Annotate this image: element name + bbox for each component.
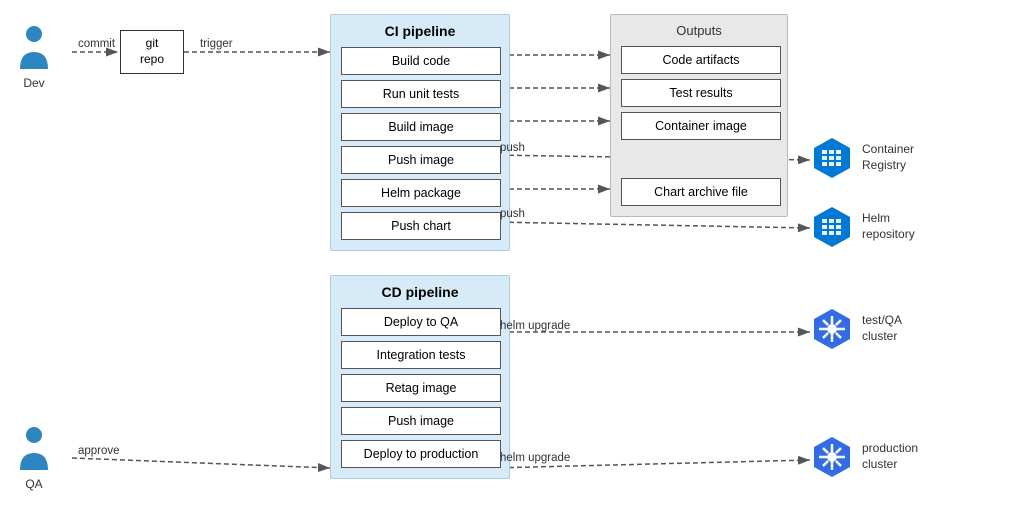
cd-step-3: Push image	[341, 407, 501, 435]
push-label-1: push	[500, 142, 525, 154]
outputs-panel: Outputs Code artifacts Test results Cont…	[610, 14, 788, 217]
qa-person: QA	[16, 425, 52, 491]
prod-cluster-icon	[810, 435, 854, 479]
output-4: Chart archive file	[621, 178, 781, 206]
helm-repo-group: Helmrepository	[810, 205, 915, 249]
ci-step-1: Run unit tests	[341, 80, 501, 108]
ci-step-4: Helm package	[341, 179, 501, 207]
outputs-title: Outputs	[621, 23, 777, 38]
container-registry-label: ContainerRegistry	[862, 142, 914, 173]
helm-upgrade-2-label: helm upgrade	[500, 452, 570, 464]
cd-step-1: Integration tests	[341, 341, 501, 369]
diagram: Dev commit gitrepo trigger CI pipeline B…	[0, 0, 1024, 525]
commit-label: commit	[78, 38, 115, 50]
git-repo-box: gitrepo	[120, 30, 184, 74]
helm-repo-icon	[810, 205, 854, 249]
output-2: Container image	[621, 112, 781, 140]
prod-cluster-group: productioncluster	[810, 435, 918, 479]
qa-cluster-group: test/QAcluster	[810, 307, 902, 351]
cd-step-2: Retag image	[341, 374, 501, 402]
output-0: Code artifacts	[621, 46, 781, 74]
container-registry-icon	[810, 136, 854, 180]
trigger-label: trigger	[200, 38, 233, 50]
ci-step-5: Push chart	[341, 212, 501, 240]
helm-repo-label: Helmrepository	[862, 211, 915, 242]
dev-person: Dev	[16, 24, 52, 90]
git-repo-label: gitrepo	[140, 36, 164, 67]
dev-icon	[16, 24, 52, 74]
qa-label: QA	[25, 477, 42, 491]
ci-pipeline-title: CI pipeline	[341, 23, 499, 39]
cd-step-0: Deploy to QA	[341, 308, 501, 336]
helm-upgrade-1-label: helm upgrade	[500, 320, 570, 332]
qa-cluster-label: test/QAcluster	[862, 313, 902, 344]
approve-label: approve	[78, 445, 120, 457]
ci-step-3: Push image	[341, 146, 501, 174]
cd-pipeline-title: CD pipeline	[341, 284, 499, 300]
prod-cluster-label: productioncluster	[862, 441, 918, 472]
qa-icon	[16, 425, 52, 475]
ci-step-0: Build code	[341, 47, 501, 75]
cd-pipeline-panel: CD pipeline Deploy to QA Integration tes…	[330, 275, 510, 479]
container-registry-group: ContainerRegistry	[810, 136, 914, 180]
ci-step-2: Build image	[341, 113, 501, 141]
output-1: Test results	[621, 79, 781, 107]
qa-cluster-icon	[810, 307, 854, 351]
ci-pipeline-panel: CI pipeline Build code Run unit tests Bu…	[330, 14, 510, 251]
dev-label: Dev	[23, 76, 44, 90]
cd-step-4: Deploy to production	[341, 440, 501, 468]
push-label-2: push	[500, 208, 525, 220]
